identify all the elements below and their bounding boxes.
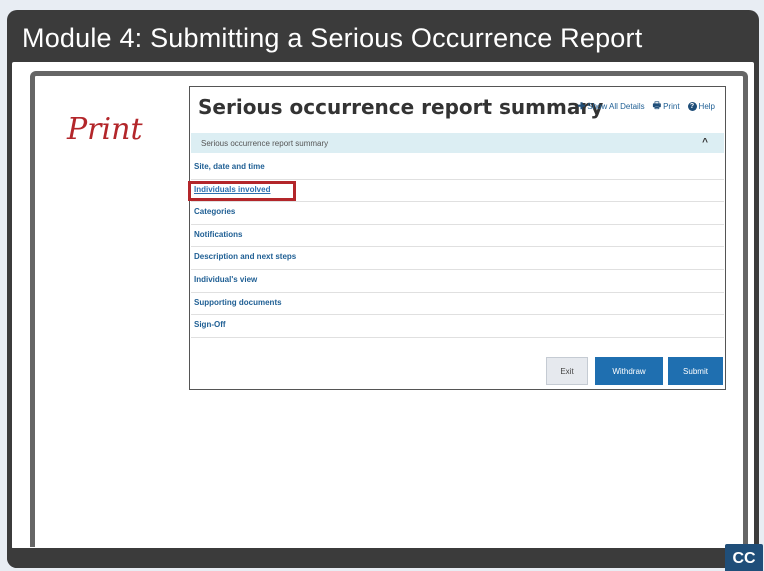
print-annotation: Print	[67, 112, 143, 147]
summary-accordion-header[interactable]: Serious occurrence report summary ^	[191, 133, 724, 153]
exit-button[interactable]: Exit	[546, 357, 588, 385]
page-title: Serious occurrence report summary	[198, 95, 604, 119]
section-link-individuals-involved[interactable]: Individuals involved	[188, 180, 724, 203]
help-label: Help	[698, 101, 715, 111]
report-summary-panel: Serious occurrence report summary ✚ Show…	[188, 86, 726, 390]
highlight-box	[188, 180, 296, 201]
header-actions: ✚ Show All Details 🖶 Print ? Help	[578, 98, 715, 114]
section-link-sign-off[interactable]: Sign-Off	[191, 315, 724, 338]
closed-captions-button[interactable]: CC	[725, 544, 763, 571]
section-link-categories[interactable]: Categories	[191, 202, 724, 225]
section-link-site-date-time[interactable]: Site, date and time	[191, 157, 724, 180]
print-label: Print	[663, 101, 680, 111]
player-bottom-bar	[7, 548, 759, 568]
section-link-individuals-view[interactable]: Individual's view	[191, 270, 724, 293]
print-link[interactable]: 🖶 Print	[653, 98, 680, 114]
help-link[interactable]: ? Help	[687, 98, 715, 114]
section-link-notifications[interactable]: Notifications	[191, 225, 724, 248]
plus-icon: ✚	[577, 100, 586, 111]
submit-button[interactable]: Submit	[668, 357, 723, 385]
section-list: Site, date and time Individuals involved…	[188, 157, 724, 338]
show-all-details-label: Show All Details	[587, 101, 645, 111]
section-link-description[interactable]: Description and next steps	[191, 247, 724, 270]
module-title: Module 4: Submitting a Serious Occurrenc…	[22, 23, 643, 53]
question-icon: ?	[687, 101, 697, 111]
chevron-up-icon[interactable]: ^	[702, 137, 708, 148]
accordion-header-label: Serious occurrence report summary	[201, 139, 329, 148]
show-all-details-link[interactable]: ✚ Show All Details	[578, 98, 645, 114]
printer-icon: 🖶	[652, 100, 662, 110]
section-link-supporting-documents[interactable]: Supporting documents	[191, 293, 724, 316]
withdraw-button[interactable]: Withdraw	[595, 357, 663, 385]
